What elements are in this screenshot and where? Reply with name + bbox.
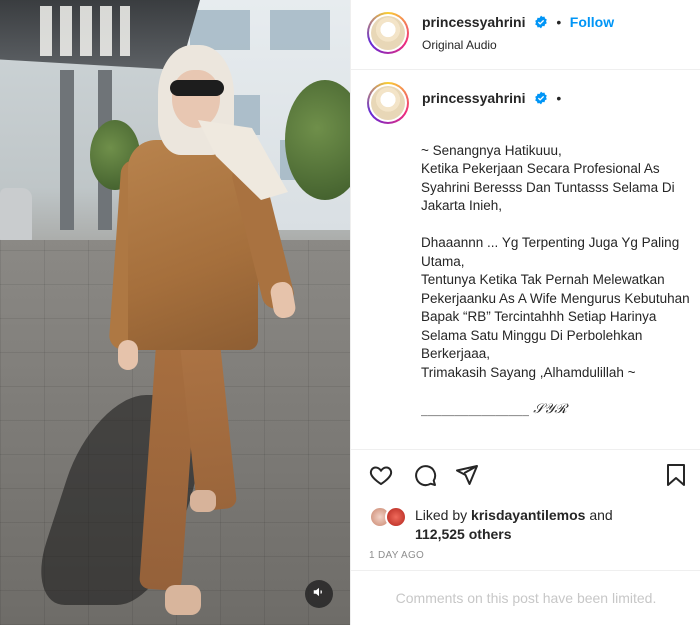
pillar xyxy=(60,70,74,230)
caption-section: princessyahrini • ~ Senangnya Hatikuuu, … xyxy=(351,70,700,450)
liker-avatar[interactable] xyxy=(385,506,407,528)
post-header: princessyahrini • Follow Original Audio xyxy=(351,0,700,70)
sound-toggle-button[interactable] xyxy=(305,580,333,608)
heart-icon[interactable] xyxy=(369,463,393,492)
audio-label[interactable]: Original Audio xyxy=(422,38,497,52)
caption-signature: ________________ 𝒮𝒴ℛ xyxy=(421,401,567,417)
verified-badge-icon xyxy=(534,15,548,34)
comments-limited-notice: Comments on this post have been limited. xyxy=(351,570,700,625)
post-details-panel: princessyahrini • Follow Original Audio … xyxy=(350,0,700,625)
caption-avatar[interactable] xyxy=(367,82,409,124)
paper-plane-icon[interactable] xyxy=(455,463,479,492)
username-link[interactable]: princessyahrini xyxy=(422,14,526,30)
follow-button[interactable]: Follow xyxy=(570,14,614,30)
likes-summary: Liked by krisdayantilemos and 112,525 ot… xyxy=(415,506,613,544)
liked-by-and: and xyxy=(589,507,613,523)
post-timestamp[interactable]: 1 DAY AGO xyxy=(369,550,424,561)
avatar[interactable] xyxy=(367,12,409,54)
parked-car xyxy=(0,188,32,243)
liked-by-prefix: Liked by xyxy=(415,507,468,523)
separator-dot: • xyxy=(556,14,562,30)
action-bar xyxy=(351,455,700,495)
likes-section: Liked by krisdayantilemos and 112,525 ot… xyxy=(351,500,700,545)
bookmark-icon[interactable] xyxy=(665,463,687,492)
comment-icon[interactable] xyxy=(413,463,437,492)
speaker-icon xyxy=(312,585,326,604)
caption-body: ~ Senangnya Hatikuuu, Ketika Pekerjaan S… xyxy=(421,142,690,380)
liked-by-user-link[interactable]: krisdayantilemos xyxy=(471,507,585,523)
verified-badge-icon xyxy=(534,91,548,110)
likes-count-link[interactable]: 112,525 others xyxy=(415,526,512,542)
caption-text: ~ Senangnya Hatikuuu, Ketika Pekerjaan S… xyxy=(421,123,691,437)
separator-dot: • xyxy=(556,90,562,106)
caption-username-link[interactable]: princessyahrini xyxy=(422,90,526,106)
post-video[interactable] xyxy=(0,0,350,625)
